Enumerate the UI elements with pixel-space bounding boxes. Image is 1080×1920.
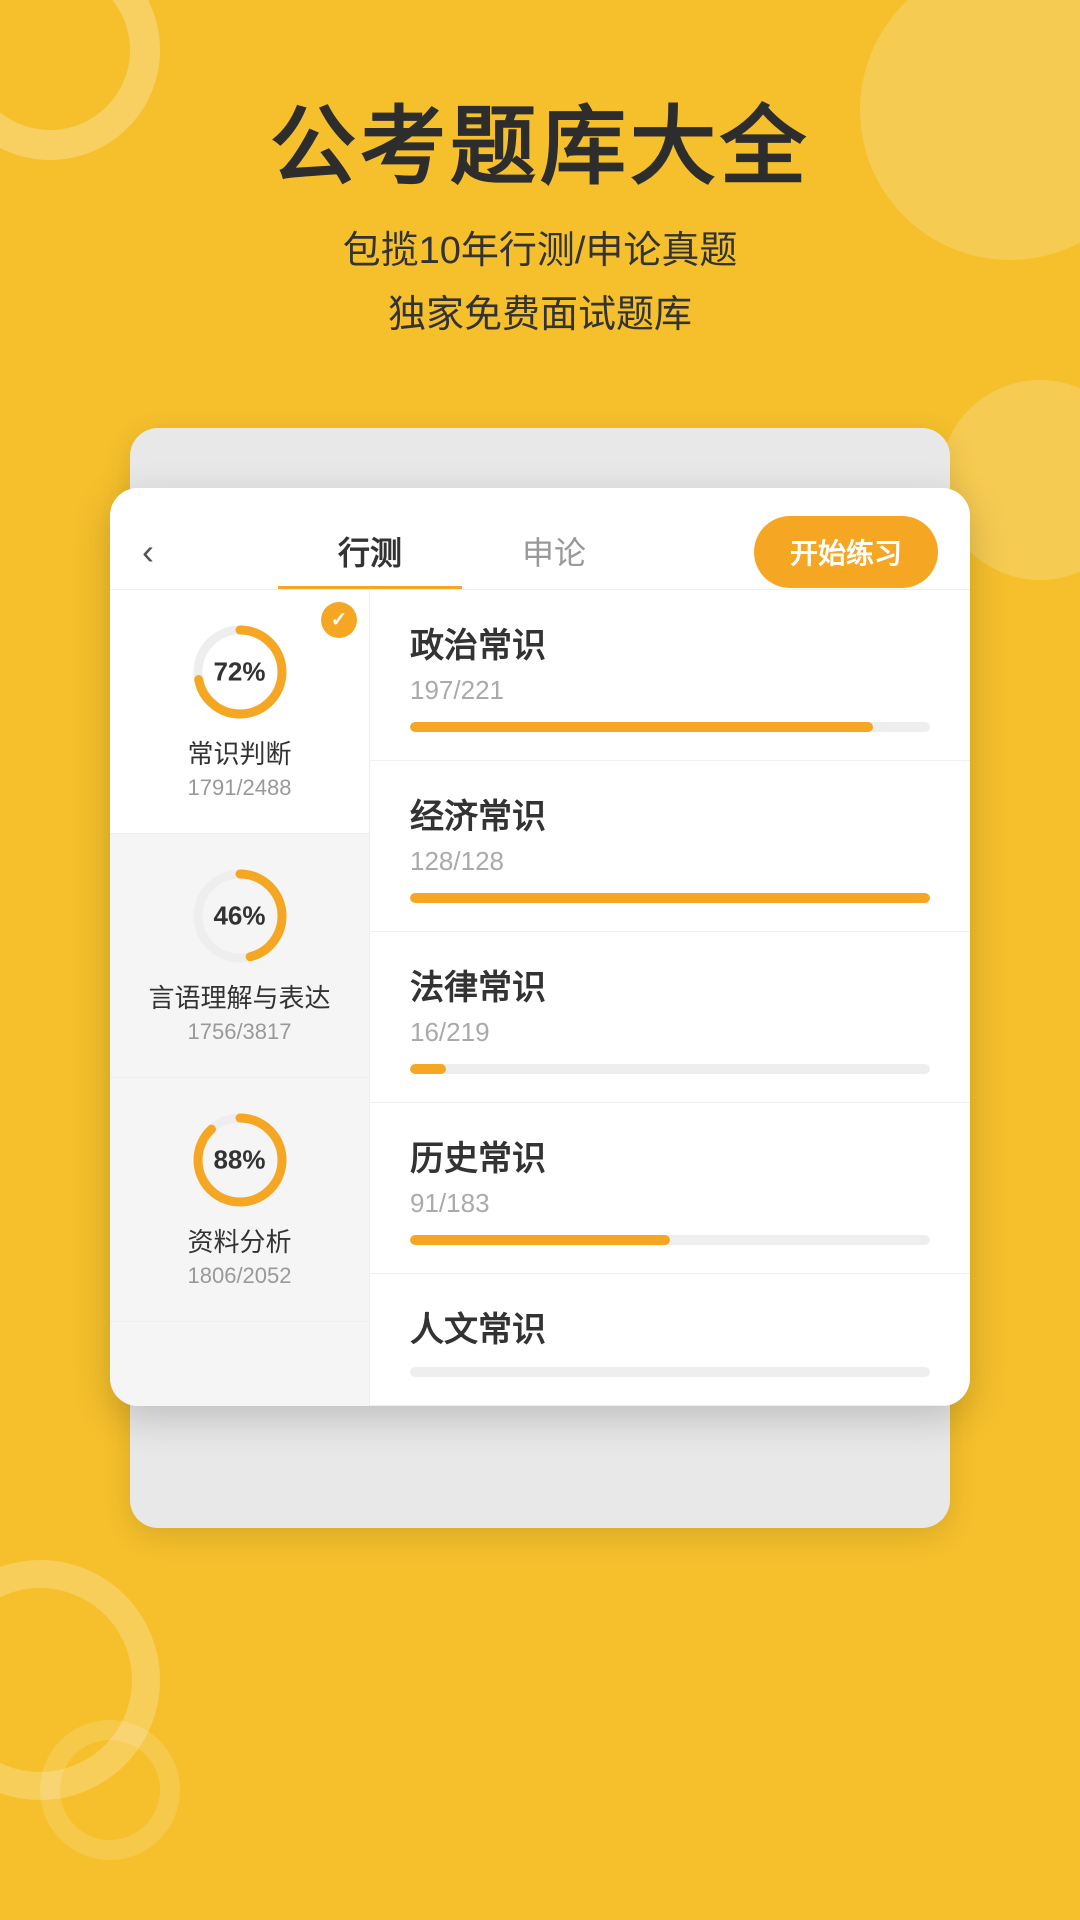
- progress-bar-fill-3: [410, 1235, 670, 1245]
- progress-bar-bg-0: [410, 722, 930, 732]
- progress-circle-1: 46%: [190, 866, 290, 966]
- sidebar-label-2: 资料分析: [187, 1222, 291, 1259]
- content-title-1: 经济常识: [410, 789, 930, 838]
- progress-bar-fill-0: [410, 722, 873, 732]
- tab-xinche[interactable]: 行测: [278, 516, 462, 589]
- content-item-3[interactable]: 历史常识 91/183: [370, 1103, 970, 1274]
- progress-circle-0: 72%: [190, 622, 290, 722]
- card-header: ‹ 行测 申论 开始练习: [110, 488, 970, 590]
- content-list: 政治常识 197/221 经济常识 128/128 法律常识: [370, 590, 970, 1406]
- header: 公考题库大全 包揽10年行测/申论真题 独家免费面试题库: [0, 0, 1080, 388]
- content-count-3: 91/183: [410, 1188, 930, 1219]
- card-body: ✓ 72% 常识判断 1791/2488: [110, 590, 970, 1406]
- content-item-4[interactable]: 人文常识: [370, 1274, 970, 1406]
- tab-shenlun[interactable]: 申论: [462, 516, 646, 589]
- subtitle-line2: 独家免费面试题库: [0, 283, 1080, 348]
- card-main: ‹ 行测 申论 开始练习 ✓ 72%: [110, 488, 970, 1406]
- sidebar-item-2[interactable]: 88% 资料分析 1806/2052: [110, 1078, 369, 1322]
- content-item-0[interactable]: 政治常识 197/221: [370, 590, 970, 761]
- content-title-3: 历史常识: [410, 1131, 930, 1180]
- progress-bar-bg-3: [410, 1235, 930, 1245]
- progress-bar-bg-1: [410, 893, 930, 903]
- progress-text-1: 46%: [213, 900, 265, 931]
- progress-text-2: 88%: [213, 1144, 265, 1175]
- progress-circle-2: 88%: [190, 1110, 290, 1210]
- selected-check-icon: ✓: [321, 602, 357, 638]
- progress-bar-fill-2: [410, 1064, 446, 1074]
- progress-bar-bg-4: [410, 1367, 930, 1377]
- sidebar-count-0: 1791/2488: [188, 775, 292, 801]
- sidebar-count-1: 1756/3817: [188, 1019, 292, 1045]
- progress-bar-fill-1: [410, 893, 930, 903]
- content-item-2[interactable]: 法律常识 16/219: [370, 932, 970, 1103]
- sidebar: ✓ 72% 常识判断 1791/2488: [110, 590, 370, 1406]
- page-title: 公考题库大全: [0, 100, 1080, 195]
- bg-decoration-bottom-left2: [40, 1720, 180, 1860]
- sidebar-label-1: 言语理解与表达: [148, 978, 330, 1015]
- content-title-0: 政治常识: [410, 618, 930, 667]
- start-practice-button[interactable]: 开始练习: [754, 516, 938, 588]
- content-item-1[interactable]: 经济常识 128/128: [370, 761, 970, 932]
- sidebar-item-1[interactable]: 46% 言语理解与表达 1756/3817: [110, 834, 369, 1078]
- content-count-0: 197/221: [410, 675, 930, 706]
- tabs-container: 行测 申论: [170, 516, 754, 589]
- content-count-2: 16/219: [410, 1017, 930, 1048]
- sidebar-count-2: 1806/2052: [188, 1263, 292, 1289]
- sidebar-item-0[interactable]: ✓ 72% 常识判断 1791/2488: [110, 590, 369, 834]
- subtitle-line1: 包揽10年行测/申论真题: [0, 219, 1080, 284]
- sidebar-label-0: 常识判断: [187, 734, 291, 771]
- content-title-2: 法律常识: [410, 960, 930, 1009]
- page-subtitle: 包揽10年行测/申论真题 独家免费面试题库: [0, 219, 1080, 348]
- back-button[interactable]: ‹: [142, 523, 170, 581]
- progress-bar-bg-2: [410, 1064, 930, 1074]
- content-count-1: 128/128: [410, 846, 930, 877]
- cards-wrapper: ‹ 行测 申论 开始练习 ✓ 72%: [110, 428, 970, 1628]
- content-title-4: 人文常识: [410, 1302, 930, 1351]
- progress-text-0: 72%: [213, 656, 265, 687]
